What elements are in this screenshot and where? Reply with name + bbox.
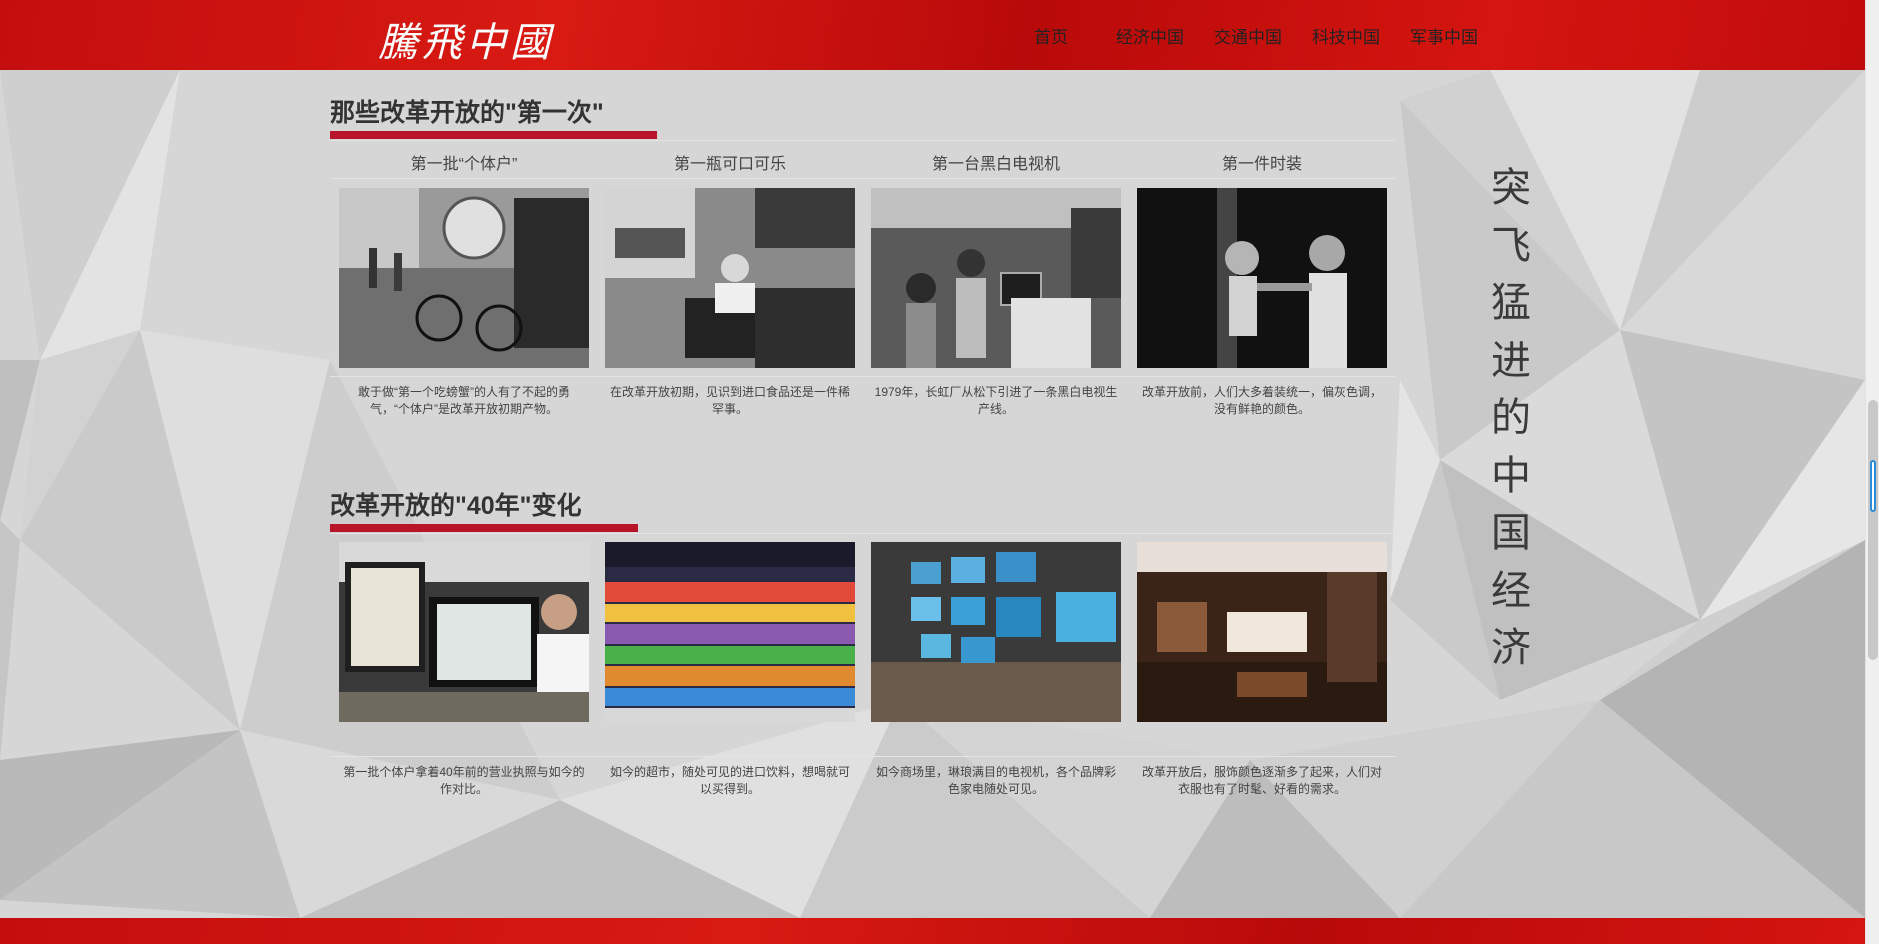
coca-cola-crates-photo[interactable] <box>605 188 855 368</box>
photo-caption: 如今商场里，琳琅满目的电视机，各个品牌彩色家电随处可见。 <box>875 765 1116 796</box>
supermarket-shelves-photo[interactable] <box>605 542 855 722</box>
vertical-scrollbar[interactable] <box>1865 0 1879 944</box>
vertical-slogan: 突 飞 猛 进 的 中 国 经 济 <box>1488 160 1534 678</box>
column-label: 第一批“个体户” <box>410 156 518 173</box>
divider <box>330 533 1395 534</box>
divider <box>330 756 1395 757</box>
footer-bar <box>0 918 1865 944</box>
slogan-char: 经 <box>1491 568 1531 613</box>
nav-military[interactable]: 军事中国 <box>1410 23 1478 48</box>
nav-home[interactable]: 首页 <box>1034 23 1068 48</box>
scrollbar-thumb[interactable] <box>1868 400 1878 660</box>
section-underline <box>330 131 657 139</box>
nav-technology[interactable]: 科技中国 <box>1312 23 1380 48</box>
tv-store-photo[interactable] <box>871 542 1121 722</box>
scroll-position-marker <box>1870 460 1876 512</box>
column-label: 第一台黑白电视机 <box>931 156 1060 173</box>
divider <box>330 140 1395 141</box>
site-logo[interactable]: 騰飛中國 <box>378 10 554 66</box>
slogan-char: 济 <box>1491 626 1531 670</box>
slogan-char: 中 <box>1491 453 1531 498</box>
clothing-store-photo[interactable] <box>1137 542 1387 722</box>
section-underline <box>330 524 638 532</box>
section-title-firsts: 那些改革开放的"第一次" <box>330 99 604 127</box>
column-label: 第一瓶可口可乐 <box>673 156 786 173</box>
divider <box>330 178 1395 179</box>
photo-caption: 如今的超市，随处可见的进口饮料，想喝就可以买得到。 <box>609 765 850 796</box>
top-navigation-bar: 騰飛中國 首页 经济中国 交通中国 科技中国 军事中国 <box>0 0 1865 70</box>
photo-caption: 在改革开放初期，见识到进口食品还是一件稀罕事。 <box>609 385 850 416</box>
slogan-char: 猛 <box>1491 281 1531 325</box>
slogan-char: 飞 <box>1491 223 1531 268</box>
television-crowd-photo[interactable] <box>871 188 1121 368</box>
nav-transport[interactable]: 交通中国 <box>1214 23 1282 48</box>
business-license-photo[interactable] <box>339 542 589 722</box>
slogan-char: 的 <box>1491 396 1531 440</box>
divider <box>330 376 1395 377</box>
slogan-char: 进 <box>1491 338 1531 383</box>
photo-caption: 改革开放后，服饰颜色逐渐多了起来，人们对衣服也有了时髦、好看的需求。 <box>1141 765 1382 796</box>
photo-caption: 1979年，长虹厂从松下引进了一条黑白电视生产线。 <box>874 385 1118 416</box>
section-title-40-years: 改革开放的"40年"变化 <box>330 492 582 520</box>
column-label: 第一件时装 <box>1221 156 1302 173</box>
photo-caption: 第一批个体户拿着40年前的营业执照与如今的作对比。 <box>343 765 585 796</box>
main-nav: 首页 经济中国 交通中国 科技中国 军事中国 <box>1010 0 1508 70</box>
nav-economy[interactable]: 经济中国 <box>1116 23 1184 48</box>
slogan-char: 国 <box>1491 511 1531 555</box>
two-girls-photo[interactable] <box>1137 188 1387 368</box>
photo-caption: 敢于做“第一个吃螃蟹”的人有了不起的勇气，“个体户”是改革开放初期产物。 <box>358 385 570 416</box>
slogan-char: 突 <box>1491 166 1531 210</box>
bicycle-street-photo[interactable] <box>339 188 589 368</box>
photo-caption: 改革开放前，人们大多着装统一，偏灰色调，没有鲜艳的颜色。 <box>1141 385 1382 416</box>
